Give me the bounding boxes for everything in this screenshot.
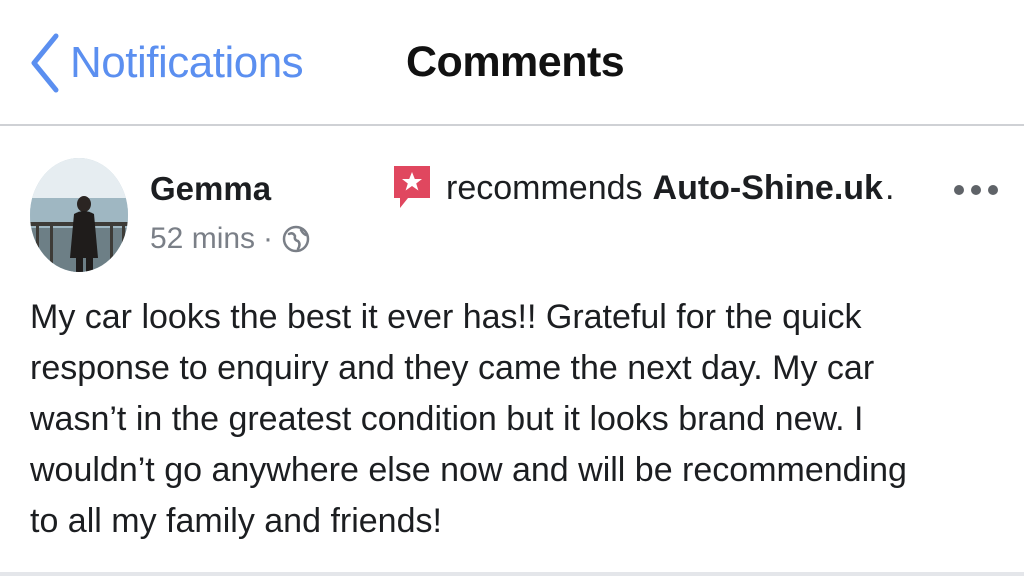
more-options-button[interactable] xyxy=(954,180,998,200)
comments-screen: Notifications Comments Gemma 52 mins · r… xyxy=(0,0,1024,576)
more-dot-icon xyxy=(954,185,964,195)
post-time[interactable]: 52 mins xyxy=(150,222,255,256)
post-body-line: to all my family and friends! xyxy=(30,502,442,540)
post-body-line: response to enquiry and they came the ne… xyxy=(30,349,875,387)
bottom-divider xyxy=(0,572,1024,576)
nav-header: Notifications Comments xyxy=(0,0,1024,126)
post-body-line: wouldn’t go anywhere else now and will b… xyxy=(30,451,907,489)
chevron-left-icon xyxy=(28,30,62,96)
post-meta: 52 mins · xyxy=(150,222,311,256)
back-button[interactable]: Notifications xyxy=(28,30,304,96)
post-body-line: wasn’t in the greatest condition but it … xyxy=(30,400,864,438)
more-dot-icon xyxy=(988,185,998,195)
recommends-period: . xyxy=(884,168,895,207)
meta-separator: · xyxy=(263,222,274,255)
post-body-line: My car looks the best it ever has!! Grat… xyxy=(30,298,862,336)
avatar[interactable] xyxy=(30,158,128,272)
post-body: My car looks the best it ever has!! Grat… xyxy=(30,292,990,547)
globe-icon xyxy=(281,224,311,254)
back-label: Notifications xyxy=(70,38,304,87)
recommendation-line: recommends Auto-Shine.uk . xyxy=(392,164,894,212)
more-dot-icon xyxy=(971,185,981,195)
author-name[interactable]: Gemma xyxy=(150,170,271,208)
page-name-link[interactable]: Auto-Shine.uk xyxy=(653,169,883,208)
post-header: Gemma 52 mins · recommends Auto-Shine.uk xyxy=(0,150,1024,280)
recommend-star-icon xyxy=(392,164,432,212)
page-title: Comments xyxy=(406,38,625,86)
recommends-text: recommends xyxy=(446,168,643,207)
